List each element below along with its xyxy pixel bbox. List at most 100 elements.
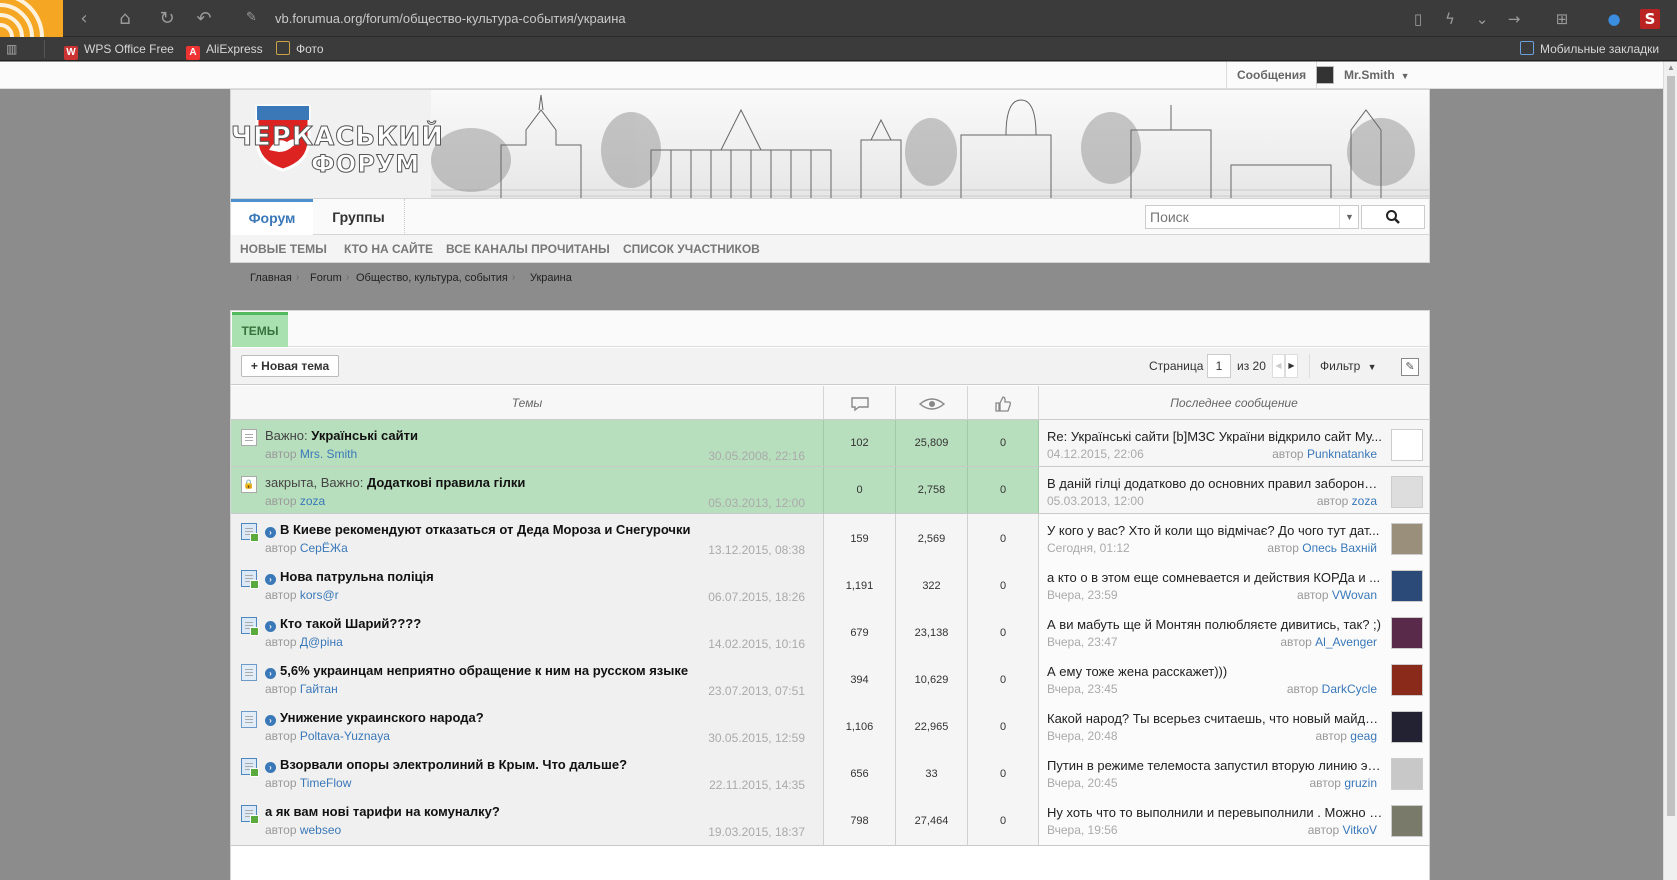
user-menu[interactable]: Mr.Smith ▼ [1316,62,1410,89]
subnav-whos-online[interactable]: КТО НА САЙТЕ [344,235,433,263]
subnav-new-topics[interactable]: НОВЫЕ ТЕМЫ [240,235,327,263]
author-link[interactable]: webseo [300,823,341,837]
author-link[interactable]: VWovan [1332,588,1377,602]
author-link[interactable]: Гайтан [300,682,338,696]
author-link[interactable]: zoza [300,494,325,508]
avatar[interactable] [1391,476,1423,508]
author-link[interactable]: geag [1350,729,1377,743]
breadcrumb-category[interactable]: Общество, культура, события [356,272,508,284]
search-button[interactable] [1361,205,1425,229]
author-link[interactable]: DarkCycle [1322,682,1377,696]
avatar[interactable] [1391,617,1423,649]
table-row[interactable]: Важно: Українські сайти автор Mrs. Smith 3… [231,420,1429,467]
bookmark-photo[interactable]: Фото [276,41,324,57]
author-link[interactable]: СерЁЖа [300,541,348,555]
avatar[interactable] [1391,758,1423,790]
table-row[interactable]: › В Киеве рекомендуют отказаться от Деда … [231,514,1429,564]
scrollbar[interactable]: ▲ [1663,62,1677,880]
go-to-first-new-icon[interactable]: › [265,668,276,679]
table-row[interactable]: › Нова патрульна поліція автор kors@r 06.07… [231,561,1429,611]
site-logo[interactable]: ЧЕРКАСЬКИЙ ФОРУМ [231,98,443,188]
new-topic-button[interactable]: + Новая тема [241,355,339,377]
forward-icon[interactable]: → [1504,9,1524,29]
table-row[interactable]: 🔒 закрыта, Важно: Додаткові правила гілки… [231,467,1429,514]
author-link[interactable]: kors@r [300,588,339,602]
last-post-link[interactable]: а кто о в этом еще сомневается и действи… [1047,570,1383,585]
filter-dropdown[interactable]: Фильтр ▼ [1309,354,1385,378]
home-icon[interactable]: ⌂ [114,8,136,30]
col-likes[interactable] [968,386,1039,420]
avatar[interactable] [1391,711,1423,743]
go-to-first-new-icon[interactable]: › [265,715,276,726]
page-number-input[interactable]: 1 [1207,354,1231,378]
col-views[interactable] [896,386,968,420]
author-link[interactable]: gruzin [1344,776,1377,790]
reader-mode-icon[interactable]: ▯ [1408,9,1428,29]
avatar[interactable] [1391,805,1423,837]
author-link[interactable]: Опесь Вахній [1302,541,1377,555]
tab-forum[interactable]: Форум [231,199,313,235]
table-row[interactable]: › Кто такой Шарий???? автор Д@ріна 14.02.20… [231,608,1429,658]
author-link[interactable]: TimeFlow [300,776,352,790]
back-icon[interactable]: ‹ [73,8,95,30]
go-to-first-new-icon[interactable]: › [265,574,276,585]
table-row[interactable]: › Унижение украинского народа? автор Polta… [231,702,1429,752]
tabs-grid-icon[interactable]: ⊞ [1552,9,1572,29]
topic-title-link[interactable]: Взорвали опоры электролиний в Крым. Что … [280,757,627,772]
avatar[interactable] [1391,429,1423,461]
bookmark-aliexpress[interactable]: A AliExpress [186,41,263,60]
go-to-first-new-icon[interactable]: › [265,621,276,632]
table-row[interactable]: › Взорвали опоры электролиний в Крым. Что… [231,749,1429,799]
avatar[interactable] [1391,664,1423,696]
last-post-link[interactable]: Re: Українські сайти [b]МЗС України відк… [1047,429,1383,444]
bookmarks-panel-icon[interactable]: ▥ [6,41,17,57]
address-bar[interactable]: vb.forumua.org/forum/общество-культура-с… [275,11,626,26]
table-row[interactable]: › 5,6% украинцам неприятно обращение к ни… [231,655,1429,705]
profile-icon[interactable]: S [1640,9,1660,29]
subnav-mark-read[interactable]: ВСЕ КАНАЛЫ ПРОЧИТАНЫ [446,235,610,263]
avatar[interactable] [1391,570,1423,602]
downloads-icon[interactable]: ⌄ [1472,9,1492,29]
last-post-link[interactable]: Путин в режиме телемоста запустил вторую… [1047,758,1383,773]
last-post-link[interactable]: А ви мабуть ще й Монтян полюбляєте дивит… [1047,617,1383,632]
last-post-link[interactable]: Ну хоть что то выполнили и перевыполнили… [1047,805,1383,820]
col-replies[interactable] [824,386,896,420]
go-to-first-new-icon[interactable]: › [265,762,276,773]
mobile-bookmarks[interactable]: Мобильные закладки [1520,41,1659,57]
topic-title-link[interactable]: Нова патрульна поліція [280,569,434,584]
site-security-icon[interactable]: ✎ [246,10,262,26]
last-post-link[interactable]: А ему тоже жена расскажет))) [1047,664,1383,679]
topic-title-link[interactable]: Унижение украинского народа? [280,710,484,725]
reload-icon[interactable]: ↻ [156,8,178,30]
next-page-icon[interactable]: ▶ [1285,354,1298,378]
topic-title-link[interactable]: 5,6% украинцам неприятно обращение к ним… [280,663,688,678]
author-link[interactable]: Poltava-Yuznaya [300,729,390,743]
breadcrumb-home[interactable]: Главная [250,272,292,284]
topic-title-link[interactable]: Додаткові правила гілки [367,475,525,490]
topic-title-link[interactable]: а як вам нові тарифи на комуналку? [265,804,500,819]
prev-page-icon[interactable]: ◀ [1272,354,1285,378]
author-link[interactable]: Д@ріна [300,635,343,649]
messages-link[interactable]: Сообщения [1226,62,1318,89]
bookmark-wps[interactable]: W WPS Office Free [64,41,174,60]
author-link[interactable]: Punknatanke [1307,447,1377,461]
search-options-chevron-icon[interactable]: ▼ [1339,206,1359,228]
topic-title-link[interactable]: Українські сайти [311,428,418,443]
breadcrumb-forum[interactable]: Forum [310,272,342,284]
browser-logo-icon[interactable] [0,0,63,37]
last-post-link[interactable]: У кого у вас? Хто й коли що відмічає? До… [1047,523,1383,538]
turbo-icon[interactable]: ϟ [1440,9,1460,29]
avatar[interactable] [1391,523,1423,555]
last-post-link[interactable]: Какой народ? Ты всерьез считаешь, что но… [1047,711,1383,726]
subnav-member-list[interactable]: СПИСОК УЧАСТНИКОВ [623,235,760,263]
moderation-icon[interactable]: ✎ [1401,358,1419,376]
go-to-first-new-icon[interactable]: › [265,527,276,538]
col-topics[interactable]: Темы [231,386,824,420]
author-link[interactable]: zoza [1352,494,1377,508]
undo-icon[interactable]: ↶ [193,8,215,30]
browser-extension-icon[interactable]: ● [1604,9,1624,29]
tab-groups[interactable]: Группы [313,199,405,235]
search-input[interactable] [1146,206,1336,228]
author-link[interactable]: VitkoV [1343,823,1377,837]
col-last-post[interactable]: Последнее сообщение [1039,386,1429,420]
